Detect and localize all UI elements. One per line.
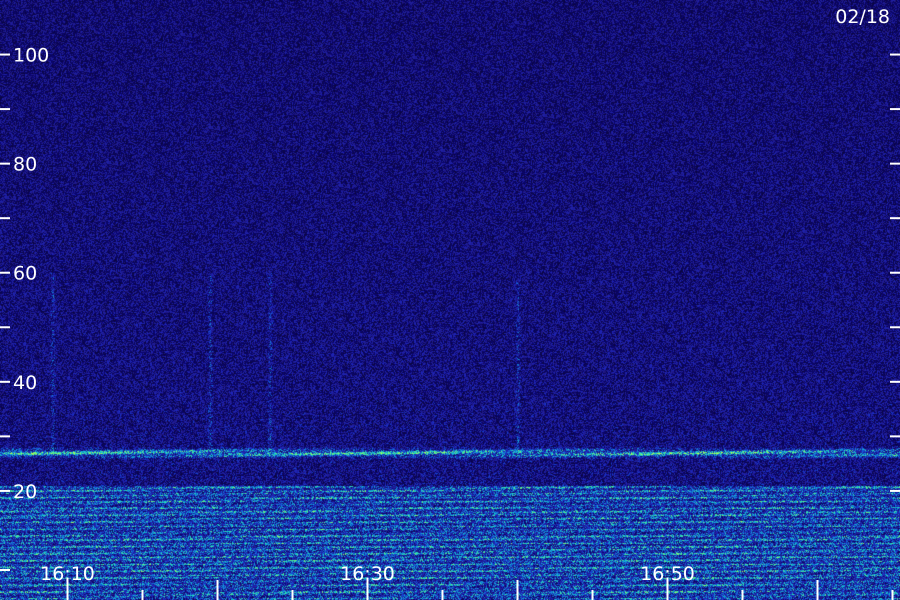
- y-axis: 20 40 60 80 100: [0, 45, 900, 571]
- y-tick-label: 100: [13, 45, 49, 67]
- chart-axes: 20 40 60 80 100 16:10 16:30 16:50: [0, 45, 900, 600]
- x-tick-label: 16:50: [640, 563, 695, 585]
- x-axis: 16:10 16:30 16:50: [40, 563, 894, 600]
- x-tick-label: 16:10: [40, 563, 95, 585]
- y-tick-label: 80: [13, 154, 37, 176]
- y-tick-label: 40: [13, 372, 37, 394]
- x-tick-label: 16:30: [340, 563, 395, 585]
- y-tick-label: 20: [13, 481, 37, 503]
- y-tick-label: 60: [13, 263, 37, 285]
- date-label: 02/18: [835, 6, 890, 28]
